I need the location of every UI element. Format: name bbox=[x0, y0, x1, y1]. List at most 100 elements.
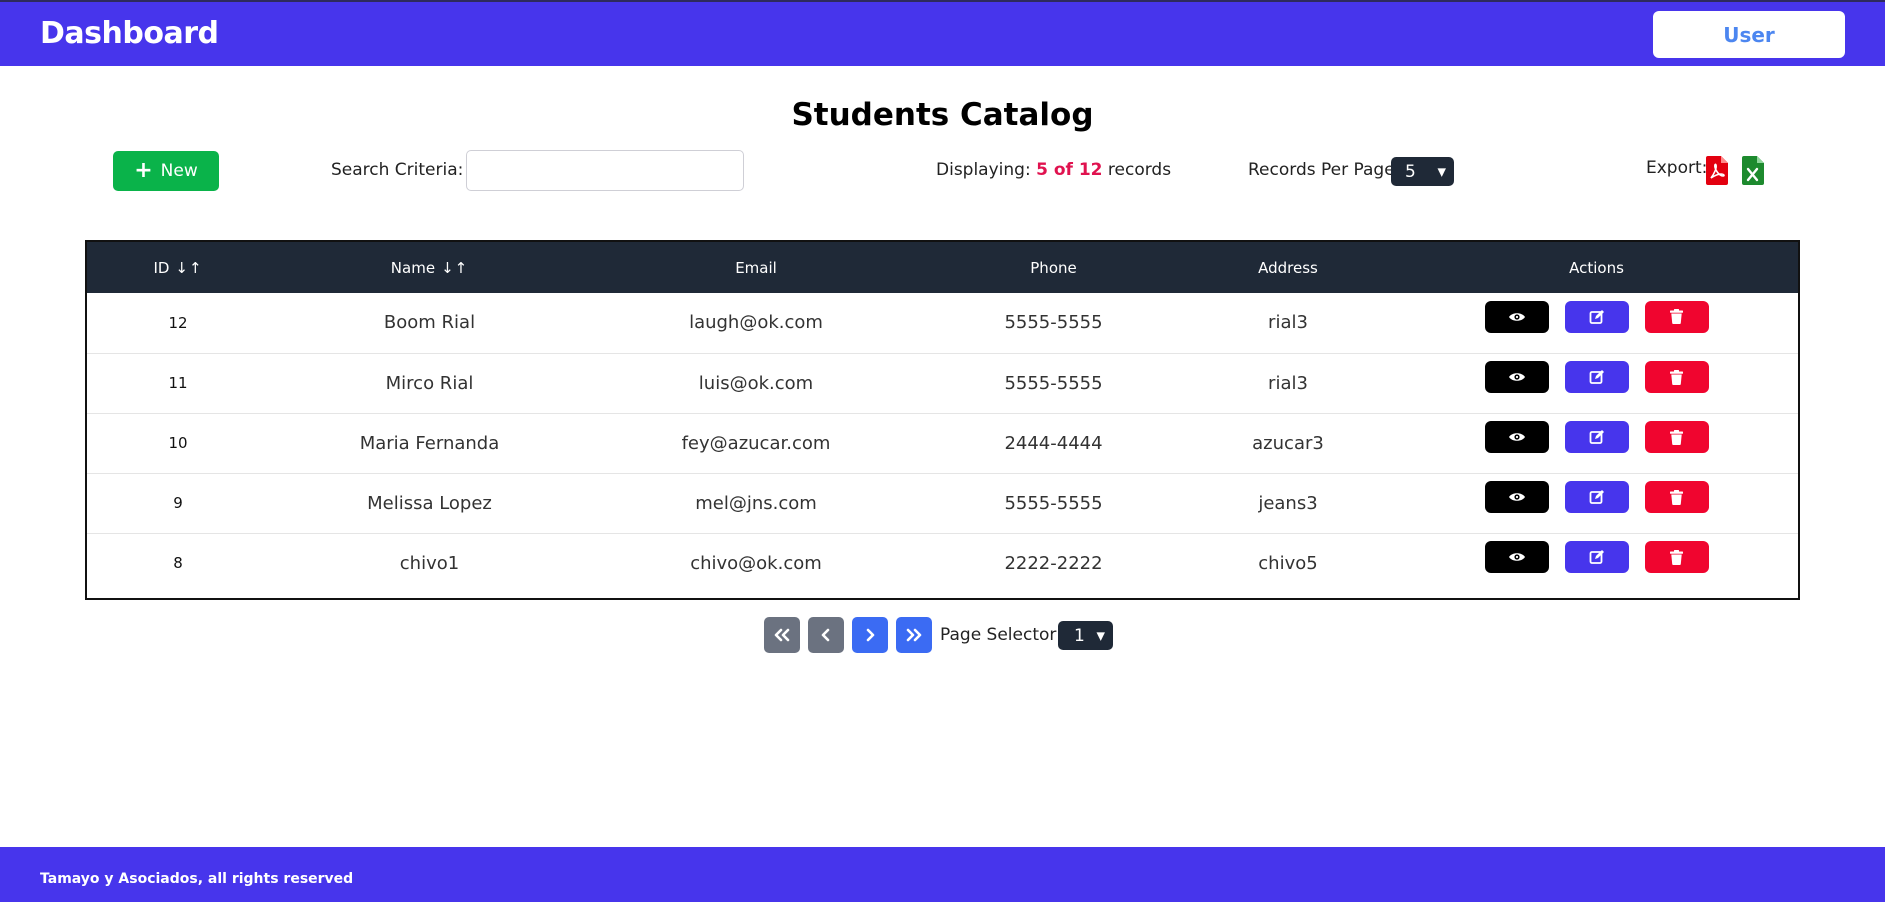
column-header-address: Address bbox=[1258, 258, 1318, 277]
cell-actions bbox=[1391, 293, 1798, 354]
table-body: 12 Boom Rial laugh@ok.com 5555-5555 rial3 11 M… bbox=[87, 293, 1798, 593]
row-actions bbox=[1392, 300, 1798, 333]
eye-icon bbox=[1508, 371, 1526, 383]
cell-id: 8 bbox=[173, 554, 183, 573]
table-row: 9 Melissa Lopez mel@jns.com 5555-5555 jeans3 bbox=[87, 473, 1798, 534]
cell-phone: 5555-5555 bbox=[922, 353, 1185, 414]
last-page-button[interactable] bbox=[896, 617, 932, 653]
eye-icon bbox=[1508, 491, 1526, 503]
displaying-count: 5 of 12 bbox=[1036, 160, 1103, 180]
delete-button[interactable] bbox=[1644, 300, 1709, 333]
top-navbar: Dashboard User bbox=[0, 0, 1885, 66]
edit-button[interactable] bbox=[1564, 421, 1629, 453]
double-chevron-left-icon bbox=[774, 628, 790, 642]
cell-actions bbox=[1391, 353, 1798, 414]
cell-email: luis@ok.com bbox=[590, 353, 922, 414]
row-actions bbox=[1392, 361, 1798, 393]
eye-icon bbox=[1508, 311, 1526, 323]
cell-address: chivo5 bbox=[1258, 552, 1318, 574]
cell-address: rial3 bbox=[1185, 353, 1391, 414]
page-selector-label: Page Selector: bbox=[940, 625, 1062, 645]
user-button[interactable]: User bbox=[1653, 11, 1845, 58]
export-label: Export: bbox=[1646, 158, 1708, 178]
trash-icon bbox=[1670, 309, 1683, 325]
cell-phone: 2222-2222 bbox=[1004, 552, 1103, 574]
edit-button[interactable] bbox=[1564, 481, 1629, 513]
column-header-email: Email bbox=[735, 258, 777, 277]
new-button-label: New bbox=[160, 161, 198, 181]
view-button[interactable] bbox=[1484, 300, 1549, 333]
pagination: Page Selector: 1 ▼ bbox=[0, 617, 1885, 654]
first-page-button[interactable] bbox=[764, 617, 800, 653]
cell-id: 12 bbox=[87, 293, 269, 354]
plus-icon: + bbox=[134, 158, 153, 183]
column-header-id[interactable]: ID ↓↑ bbox=[87, 242, 269, 293]
table-row: 12 Boom Rial laugh@ok.com 5555-5555 rial3 bbox=[87, 293, 1798, 354]
footer: Tamayo y Asociados, all rights reserved bbox=[0, 847, 1885, 902]
brand-title[interactable]: Dashboard bbox=[40, 16, 219, 51]
cell-email: laugh@ok.com bbox=[590, 293, 922, 354]
row-actions bbox=[1392, 421, 1798, 453]
trash-icon bbox=[1670, 429, 1683, 445]
cell-phone: 5555-5555 bbox=[922, 473, 1185, 534]
cell-email: fey@azucar.com bbox=[590, 413, 922, 474]
delete-button[interactable] bbox=[1644, 481, 1709, 513]
view-button[interactable] bbox=[1484, 541, 1549, 574]
trash-icon bbox=[1670, 369, 1683, 385]
delete-button[interactable] bbox=[1644, 421, 1709, 453]
delete-button[interactable] bbox=[1644, 541, 1709, 574]
records-per-page-select[interactable]: 5 ▼ bbox=[1391, 157, 1454, 186]
cell-address: jeans3 bbox=[1185, 473, 1391, 534]
edit-button[interactable] bbox=[1564, 300, 1629, 333]
eye-icon bbox=[1508, 551, 1526, 563]
column-header-actions: Actions bbox=[1569, 258, 1624, 277]
trash-icon bbox=[1670, 489, 1683, 505]
cell-email: mel@jns.com bbox=[590, 473, 922, 534]
records-per-page-value: 5 bbox=[1405, 161, 1416, 182]
displaying-info: Displaying: 5 of 12 records bbox=[936, 160, 1171, 180]
sort-arrows-icon[interactable]: ↓↑ bbox=[175, 259, 202, 277]
page-select[interactable]: 1 ▼ bbox=[1058, 621, 1113, 650]
cell-email: chivo@ok.com bbox=[690, 552, 822, 574]
table-row: 8 chivo1 chivo@ok.com 2222-2222 chivo5 bbox=[87, 533, 1798, 593]
previous-page-button[interactable] bbox=[808, 617, 844, 653]
chevron-right-icon bbox=[866, 628, 875, 642]
page-title: Students Catalog bbox=[791, 97, 1094, 133]
cell-id: 9 bbox=[87, 473, 269, 534]
edit-icon bbox=[1589, 369, 1605, 385]
cell-name: Boom Rial bbox=[269, 293, 590, 354]
view-button[interactable] bbox=[1484, 361, 1549, 393]
column-header-phone: Phone bbox=[1030, 258, 1077, 277]
edit-icon bbox=[1589, 429, 1605, 445]
row-actions bbox=[1392, 481, 1798, 513]
cell-address: azucar3 bbox=[1185, 413, 1391, 474]
file-excel-icon[interactable] bbox=[1742, 156, 1764, 185]
cell-id: 11 bbox=[87, 353, 269, 414]
search-label: Search Criteria: bbox=[331, 160, 464, 180]
column-header-name[interactable]: Name ↓↑ bbox=[269, 242, 590, 293]
cell-actions bbox=[1391, 533, 1798, 593]
displaying-prefix: Displaying: bbox=[936, 160, 1031, 180]
edit-button[interactable] bbox=[1564, 361, 1629, 393]
cell-id: 10 bbox=[87, 413, 269, 474]
file-pdf-icon[interactable] bbox=[1706, 156, 1728, 185]
trash-icon bbox=[1670, 549, 1683, 565]
eye-icon bbox=[1508, 431, 1526, 443]
edit-button[interactable] bbox=[1564, 541, 1629, 574]
delete-button[interactable] bbox=[1644, 361, 1709, 393]
cell-name: Maria Fernanda bbox=[269, 413, 590, 474]
new-student-button[interactable]: + New bbox=[113, 151, 219, 191]
cell-address: rial3 bbox=[1185, 293, 1391, 354]
double-chevron-right-icon bbox=[906, 628, 922, 642]
row-actions bbox=[1392, 541, 1798, 574]
chevron-down-icon: ▼ bbox=[1437, 165, 1446, 178]
search-input[interactable] bbox=[466, 150, 744, 191]
cell-phone: 2444-4444 bbox=[922, 413, 1185, 474]
table-row: 11 Mirco Rial luis@ok.com 5555-5555 rial3 bbox=[87, 353, 1798, 414]
sort-arrows-icon[interactable]: ↓↑ bbox=[441, 259, 468, 277]
next-page-button[interactable] bbox=[852, 617, 888, 653]
view-button[interactable] bbox=[1484, 421, 1549, 453]
cell-name: Mirco Rial bbox=[269, 353, 590, 414]
cell-name: chivo1 bbox=[399, 552, 460, 574]
view-button[interactable] bbox=[1484, 481, 1549, 513]
